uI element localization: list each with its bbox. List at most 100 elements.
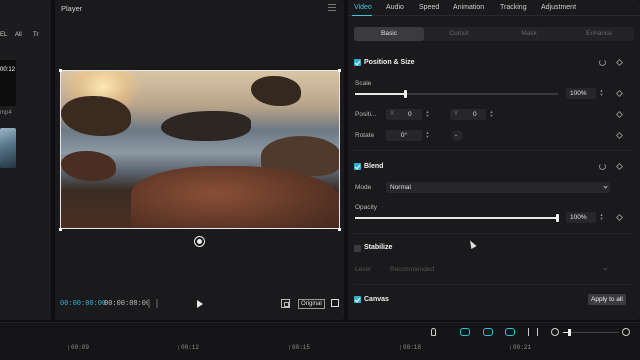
tab-animation[interactable]: Animation [453, 4, 484, 11]
position-size-checkbox[interactable] [354, 59, 361, 66]
ruler-tick [400, 345, 401, 350]
play-icon[interactable] [197, 300, 203, 308]
sort-icon[interactable]: Tr [33, 30, 38, 41]
tab-tracking[interactable]: Tracking [500, 4, 527, 11]
canvas-title: Canvas [364, 296, 389, 303]
scale-slider-knob[interactable] [403, 90, 407, 98]
preview-rock [131, 166, 339, 228]
keyframe-icon[interactable] [615, 58, 624, 67]
scale-slider[interactable] [355, 90, 558, 98]
crop-handle[interactable] [59, 69, 62, 72]
subtab-basic[interactable]: Basic [354, 27, 424, 41]
total-time: 00:00:08:00 [104, 300, 151, 308]
opacity-slider-fill [355, 217, 558, 219]
stabilize-level-value: Recommended [390, 266, 435, 273]
position-x-value: 0 [408, 111, 412, 118]
timeline-zoom-slider[interactable] [563, 329, 619, 336]
rotate-value[interactable]: 0° [386, 130, 422, 141]
opacity-value[interactable]: 100% [566, 212, 596, 223]
opacity-slider[interactable] [355, 214, 559, 222]
ruler-label: 00:12 [181, 344, 200, 351]
magnet-snap-icon[interactable] [483, 328, 493, 336]
ruler-tick [178, 345, 179, 350]
player-title: Player [61, 4, 83, 13]
scale-stepper[interactable]: ▲ ▼ [599, 89, 604, 98]
crop-handle[interactable] [338, 69, 341, 72]
timeline: 00:09 00:12 00:15 00:18 00:21 [0, 322, 640, 360]
stabilize-title: Stabilize [364, 244, 393, 251]
subtab-mask[interactable]: Mask [494, 27, 564, 41]
opacity-slider-knob[interactable] [556, 214, 559, 222]
zoom-in-icon[interactable] [622, 328, 630, 336]
media-thumbnail-image[interactable] [0, 128, 16, 168]
blend-mode-value: Normal [390, 184, 411, 191]
mode-label: Mode [355, 184, 372, 191]
linkage-icon[interactable] [505, 328, 515, 336]
position-size-title: Position & Size [364, 59, 415, 66]
link-clips-icon[interactable] [460, 328, 470, 336]
filter-all-button[interactable]: All [15, 30, 22, 41]
crop-handle[interactable] [59, 228, 62, 231]
opacity-label: Opacity [355, 204, 378, 211]
zoom-slider-knob[interactable] [567, 329, 571, 336]
video-preview[interactable] [60, 70, 340, 229]
preview-rock [61, 151, 116, 181]
reset-icon[interactable] [599, 163, 606, 170]
stabilize-checkbox[interactable] [354, 245, 361, 252]
chevron-down-icon [603, 266, 608, 271]
position-y-value: 0 [473, 111, 477, 118]
x-axis-label: X [390, 111, 395, 117]
rotate-label: Rotate [355, 132, 375, 139]
keyframe-icon[interactable] [615, 110, 624, 119]
y-stepper[interactable]: ▲ ▼ [489, 110, 494, 119]
subtab-cutout[interactable]: Cutout [424, 27, 494, 41]
ruler-tick [510, 345, 511, 350]
waveform-icon[interactable] [148, 299, 158, 308]
crop-handle[interactable] [338, 228, 341, 231]
keyframe-icon[interactable] [615, 213, 624, 222]
blend-title: Blend [364, 163, 384, 170]
preview-rock [251, 76, 301, 106]
player-menu-icon[interactable] [328, 4, 336, 11]
x-stepper[interactable]: ▲ ▼ [425, 110, 430, 119]
reset-icon[interactable] [599, 59, 606, 66]
microphone-icon[interactable] [431, 328, 436, 336]
media-thumbnail-video[interactable]: 00:12 [0, 60, 16, 106]
blend-mode-select[interactable]: Normal [386, 182, 610, 193]
split-icon[interactable] [528, 328, 538, 336]
rotate-stepper[interactable]: ▲ ▼ [425, 131, 430, 140]
canvas-checkbox[interactable] [354, 296, 361, 303]
opacity-stepper[interactable]: ▲ ▼ [599, 213, 604, 222]
y-axis-label: Y [454, 111, 459, 117]
filter-el-button[interactable]: EL [0, 30, 7, 41]
ruler-label: 00:09 [71, 344, 90, 351]
section-divider [354, 284, 634, 285]
ruler-label: 00:15 [292, 344, 311, 351]
rotate-flip-button[interactable]: - [452, 130, 463, 141]
original-ratio-button[interactable]: Original [298, 299, 325, 309]
preview-rock [61, 96, 131, 136]
keyframe-icon[interactable] [615, 131, 624, 140]
tab-audio[interactable]: Audio [386, 4, 404, 11]
stabilize-level-select: Recommended [386, 264, 610, 275]
current-time: 00:00:00:00 [60, 300, 107, 308]
apply-to-all-button[interactable]: Apply to all [588, 294, 626, 305]
fit-screen-icon[interactable] [281, 299, 290, 308]
tab-adjustment[interactable]: Adjustment [541, 4, 576, 11]
fullscreen-icon[interactable] [331, 299, 339, 307]
blend-checkbox[interactable] [354, 163, 361, 170]
thumbnail-caption: mp4 [0, 110, 12, 116]
tab-speed[interactable]: Speed [419, 4, 439, 11]
ruler-label: 00:21 [513, 344, 532, 351]
rotate-handle-icon[interactable] [195, 237, 204, 246]
keyframe-icon[interactable] [615, 162, 624, 171]
ruler-tick [289, 345, 290, 350]
keyframe-icon[interactable] [615, 89, 624, 98]
tab-video[interactable]: Video [354, 4, 372, 11]
zoom-out-icon[interactable] [551, 328, 559, 336]
position-label: Positi... [355, 111, 377, 118]
subtab-enhance[interactable]: Enhance [564, 27, 634, 41]
chevron-down-icon [603, 184, 608, 189]
scale-value[interactable]: 100% [566, 88, 596, 99]
preview-rock [161, 111, 251, 141]
